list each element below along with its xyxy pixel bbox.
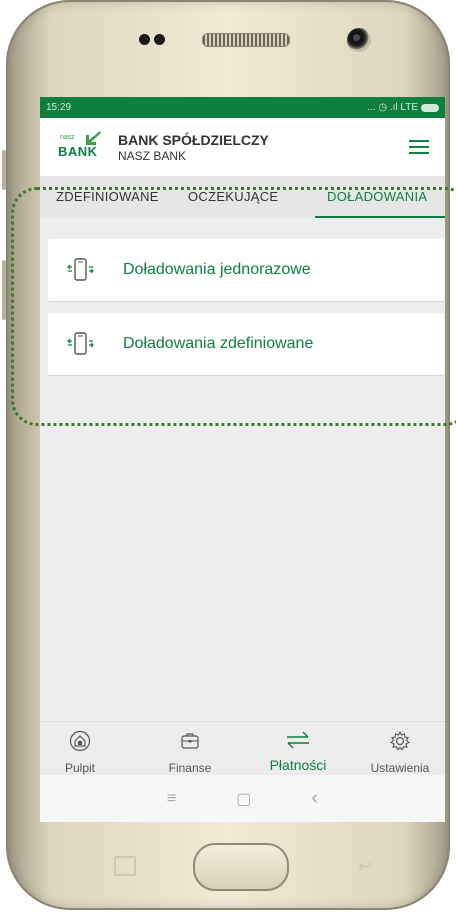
phone-topup-icon bbox=[67, 258, 94, 281]
nav-label: Ustawienia bbox=[370, 761, 430, 775]
status-time: 15:29 bbox=[46, 102, 72, 113]
hardware-back-icon: ↩ bbox=[358, 856, 374, 876]
phone-frame: 15:29 ... ◷ .ıl LTE nasz BANK BANK SPÓŁD… bbox=[2, 0, 450, 910]
active-tab-indicator bbox=[315, 216, 445, 218]
hamburger-menu-icon[interactable] bbox=[409, 140, 429, 154]
phone-topup-icon bbox=[67, 332, 94, 355]
status-indicators: ... ◷ .ıl LTE bbox=[367, 102, 418, 113]
transfer-arrows-icon bbox=[287, 731, 309, 749]
item-label: Doładowania zdefiniowane bbox=[123, 335, 314, 352]
system-back-button[interactable]: ‹ bbox=[311, 787, 318, 810]
nav-platnosci[interactable]: Płatności bbox=[258, 730, 338, 773]
bank-subtitle: NASZ BANK bbox=[118, 148, 187, 163]
logo-text-bottom: BANK bbox=[58, 144, 98, 159]
bank-logo: nasz BANK bbox=[58, 130, 112, 164]
tab-doladowania[interactable]: DOŁADOWANIA bbox=[327, 189, 427, 204]
bank-name-block: BANK SPÓŁDZIELCZY NASZ BANK bbox=[118, 132, 269, 163]
earpiece-grille bbox=[202, 33, 290, 47]
volume-up-button bbox=[2, 150, 6, 190]
system-home-button[interactable]: ▢ bbox=[236, 789, 251, 809]
list-item-doladowania-zdefiniowane[interactable]: Doładowania zdefiniowane bbox=[48, 313, 444, 375]
battery-icon bbox=[421, 103, 439, 112]
list-item-doladowania-jednorazowe[interactable]: Doładowania jednorazowe bbox=[48, 239, 444, 301]
gear-icon bbox=[389, 730, 411, 751]
system-navigation-bar: ≡ ▢ ‹ bbox=[40, 775, 445, 822]
sensor-dots bbox=[139, 32, 179, 46]
nav-label: Finanse bbox=[168, 761, 212, 775]
home-icon bbox=[69, 730, 91, 752]
system-menu-button[interactable]: ≡ bbox=[167, 790, 176, 808]
item-label: Doładowania jednorazowe bbox=[123, 261, 311, 278]
nav-ustawienia[interactable]: Ustawienia bbox=[360, 730, 440, 775]
tab-zdefiniowane[interactable]: ZDEFINIOWANE bbox=[56, 189, 159, 204]
nav-pulpit[interactable]: Pulpit bbox=[40, 730, 120, 775]
phone-screen: 15:29 ... ◷ .ıl LTE nasz BANK BANK SPÓŁD… bbox=[40, 97, 445, 822]
nav-label: Płatności bbox=[269, 757, 327, 773]
hardware-recent-apps-icon bbox=[114, 856, 136, 876]
nav-label: Pulpit bbox=[64, 761, 96, 775]
logo-text-top: nasz bbox=[60, 134, 75, 141]
volume-down-button bbox=[2, 260, 6, 320]
nav-finanse[interactable]: Finanse bbox=[150, 730, 230, 775]
wallet-icon bbox=[181, 733, 199, 749]
app-header: nasz BANK BANK SPÓŁDZIELCZY NASZ BANK bbox=[40, 118, 445, 176]
hardware-home-button bbox=[193, 843, 289, 891]
bottom-navigation: Pulpit Finanse Płatności Ustawienia bbox=[40, 721, 445, 776]
bank-title: BANK SPÓŁDZIELCZY bbox=[118, 131, 269, 148]
front-camera bbox=[347, 28, 371, 52]
tab-oczekujace[interactable]: OCZEKUJĄCE bbox=[188, 189, 278, 204]
tab-bar: ZDEFINIOWANE OCZEKUJĄCE DOŁADOWANIA bbox=[40, 176, 445, 218]
status-bar: 15:29 ... ◷ .ıl LTE bbox=[40, 97, 445, 118]
